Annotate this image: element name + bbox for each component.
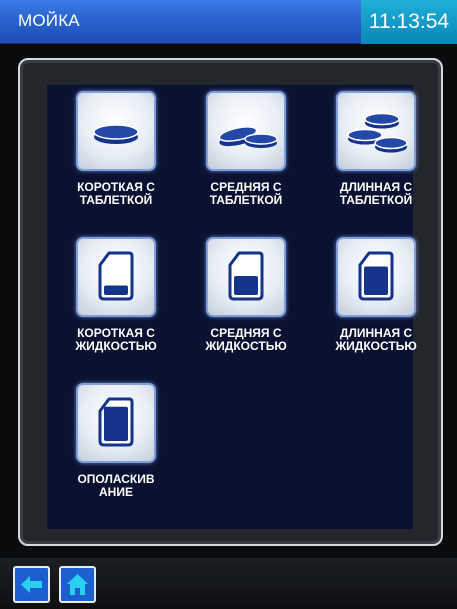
arrow-left-icon	[21, 576, 42, 593]
program-panel: КОРОТКАЯ С ТАБЛЕТКОЙ СРЕДНЯЯ С ТАБЛЕТКОЙ	[47, 85, 417, 529]
canister-low-icon	[98, 251, 134, 301]
program-label: ДЛИННАЯ С ТАБЛЕТКОЙ	[339, 180, 413, 207]
program-short-liquid-button[interactable]	[76, 237, 156, 317]
program-medium-tablet-button[interactable]	[206, 91, 286, 171]
program-label: ДЛИННАЯ С ЖИДКОСТЬЮ	[335, 326, 417, 353]
program-label: ОПОЛАСКИВ АНИЕ	[77, 472, 155, 499]
canister-fill-level	[104, 406, 128, 441]
back-button[interactable]	[13, 566, 50, 603]
home-icon	[67, 574, 88, 595]
program-long-liquid-button[interactable]	[336, 237, 416, 317]
header-bar: МОЙКА 11:13:54	[0, 0, 457, 44]
program-label: КОРОТКАЯ С ЖИДКОСТЬЮ	[75, 326, 157, 353]
page-title: МОЙКА	[18, 11, 80, 30]
canister-fill-level	[364, 266, 388, 295]
canister-mid-icon	[228, 251, 264, 301]
canister-fill-level	[234, 276, 258, 295]
program-short-tablet-button[interactable]	[76, 91, 156, 171]
tablet-one-icon	[93, 124, 139, 144]
program-label: СРЕДНЯЯ С ТАБЛЕТКОЙ	[209, 180, 283, 207]
tablet-three-icon	[347, 112, 408, 153]
program-medium-liquid-button[interactable]	[206, 237, 286, 317]
program-label: КОРОТКАЯ С ТАБЛЕТКОЙ	[77, 180, 155, 207]
program-frame: КОРОТКАЯ С ТАБЛЕТКОЙ СРЕДНЯЯ С ТАБЛЕТКОЙ	[18, 58, 443, 546]
tablet-two-icon	[218, 126, 278, 148]
home-button[interactable]	[59, 566, 96, 603]
canister-fill-level	[104, 285, 128, 295]
program-rinse-button[interactable]	[76, 383, 156, 463]
canister-full-icon	[98, 397, 134, 447]
clock: 11:13:54	[361, 0, 457, 44]
program-label: СРЕДНЯЯ С ЖИДКОСТЬЮ	[205, 326, 287, 353]
canister-high-icon	[358, 251, 394, 301]
program-long-tablet-button[interactable]	[336, 91, 416, 171]
